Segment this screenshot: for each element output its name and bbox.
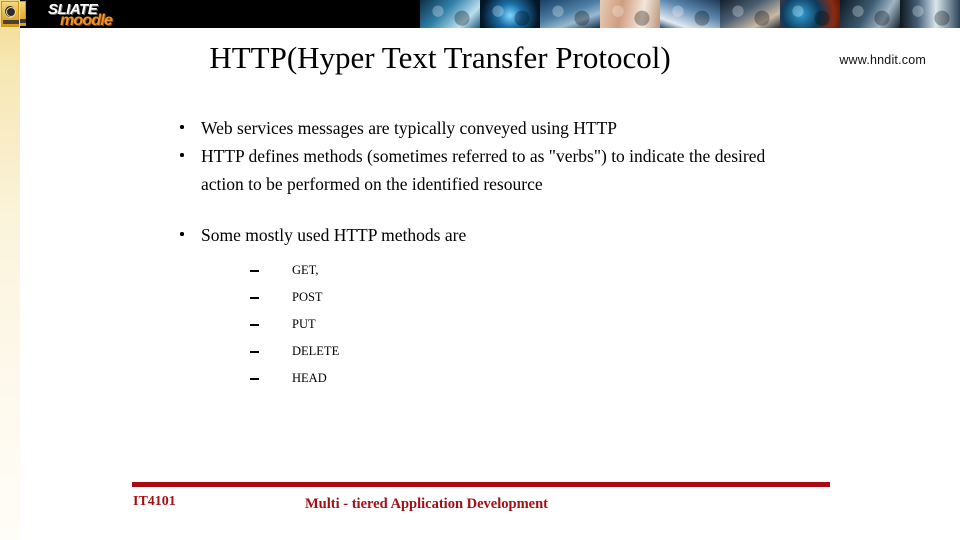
list-item: PUT [172, 311, 792, 338]
page-title: HTTP(Hyper Text Transfer Protocol) [209, 40, 671, 75]
list-item: DELETE [172, 338, 792, 365]
sidebar-crest-caption [3, 20, 19, 24]
list-item: POST [172, 284, 792, 311]
bullet-text: Some mostly used HTTP methods are [201, 225, 467, 245]
bullet-dot-icon [180, 125, 184, 129]
bullet-dot-icon [180, 153, 184, 157]
footer-course-code: IT4101 [133, 494, 176, 509]
collage-tile-robot [840, 0, 900, 28]
collage-tile-classroom [720, 0, 780, 28]
method-label: PUT [292, 317, 316, 331]
bullet-item: Web services messages are typically conv… [172, 114, 792, 142]
method-label: HEAD [292, 371, 327, 385]
method-label: DELETE [292, 344, 340, 358]
method-label: GET, [292, 263, 319, 277]
dash-bullet-icon [250, 378, 259, 380]
bullet-text: HTTP defines methods (sometimes referred… [201, 146, 766, 194]
collage-tile-people [600, 0, 660, 28]
top-banner: SLIATE moodle [0, 0, 960, 28]
dash-bullet-icon [250, 324, 259, 326]
footer-course-title: Multi - tiered Application Development [305, 496, 548, 512]
site-watermark: www.hndit.com [839, 53, 926, 67]
footer-divider [132, 482, 830, 487]
bullet-item: Some mostly used HTTP methods are [172, 221, 792, 249]
bullet-item: HTTP defines methods (sometimes referred… [172, 142, 792, 198]
dash-bullet-icon [250, 270, 259, 272]
collage-tile-cloud-network [540, 0, 600, 28]
collage-tile-globe-eye [480, 0, 540, 28]
list-item: GET, [172, 257, 792, 284]
method-label: POST [292, 290, 323, 304]
site-wordmark: SLIATE moodle [48, 0, 178, 28]
wordmark-moodle: moodle [60, 12, 113, 28]
left-accent-strip [0, 0, 20, 540]
collage-tile-globe-fire [780, 0, 840, 28]
list-item: HEAD [172, 365, 792, 392]
bullet-text: Web services messages are typically conv… [201, 118, 618, 138]
bullet-dot-icon [180, 232, 184, 236]
sidebar-crest-emblem-icon [4, 5, 16, 18]
banner-image-collage [420, 0, 960, 28]
collage-tile-astronaut [420, 0, 480, 28]
collage-tile-eye [900, 0, 960, 28]
http-methods-list: GET, POST PUT DELETE HEAD [172, 257, 792, 392]
dash-bullet-icon [250, 297, 259, 299]
sidebar-crest-icon [1, 1, 19, 27]
collage-tile-keyboard [660, 0, 720, 28]
dash-bullet-icon [250, 351, 259, 353]
slide-body: Web services messages are typically conv… [172, 114, 792, 392]
